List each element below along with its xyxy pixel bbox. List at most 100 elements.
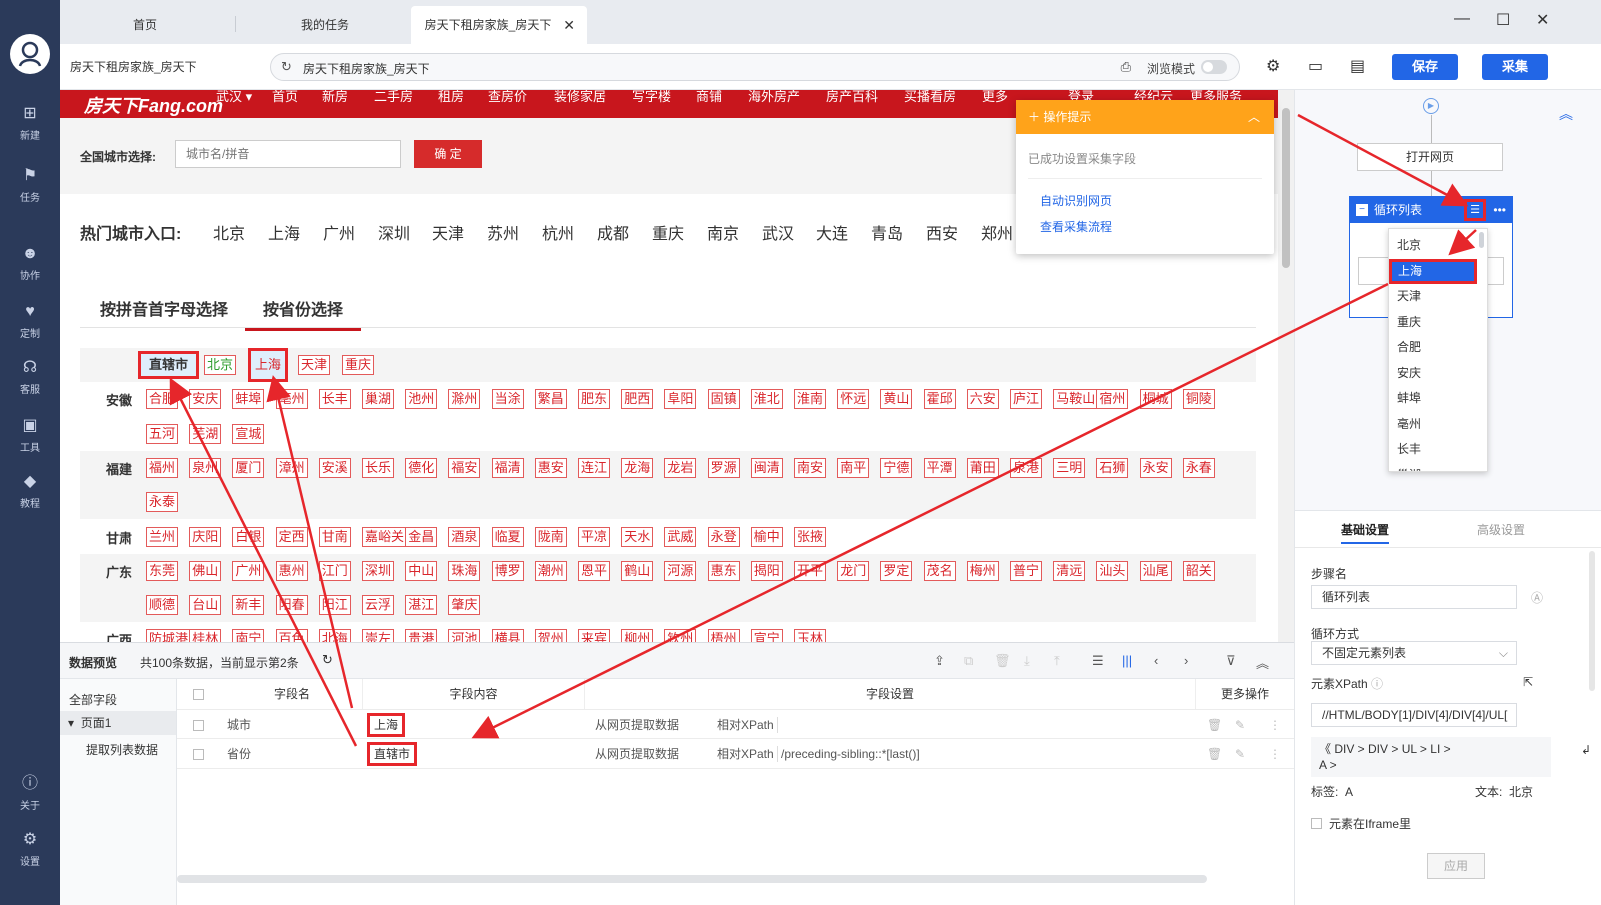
hot-city-link[interactable]: 青岛 [871, 220, 903, 244]
viewport-scrollbar[interactable] [1278, 90, 1294, 642]
city-link[interactable]: 清远 [1053, 560, 1086, 581]
iframe-checkbox[interactable] [1311, 818, 1322, 829]
city-link[interactable]: 龙门 [837, 560, 870, 581]
site-nav-item[interactable]: 更多 [982, 90, 1008, 104]
tab-advanced-settings[interactable]: 高级设置 [1477, 521, 1525, 538]
tab-province[interactable]: 按省份选择 [245, 296, 362, 331]
tab-basic-settings[interactable]: 基础设置 [1341, 521, 1390, 544]
city-link[interactable]: 罗源 [707, 457, 740, 478]
more-icon[interactable]: ••• [1493, 197, 1506, 223]
enter-icon[interactable]: ↲ [1581, 743, 1591, 757]
address-text[interactable]: 房天下租房家族_房天下 [303, 60, 430, 77]
city-link[interactable]: 怀远 [837, 389, 870, 410]
city-link[interactable]: 新丰 [232, 595, 265, 616]
municipality-label[interactable]: 直辖市 [138, 351, 200, 379]
view-flow-link[interactable]: 查看采集流程 [1040, 218, 1112, 235]
hot-city-link[interactable]: 西安 [926, 220, 958, 244]
city-link[interactable]: 甘南 [318, 526, 351, 547]
city-link[interactable]: 韶关 [1182, 560, 1215, 581]
city-link[interactable]: 宿州 [1096, 389, 1129, 410]
city-link[interactable]: 五河 [146, 423, 179, 444]
city-link[interactable]: 防城港 [146, 629, 192, 642]
city-link[interactable]: 桐城 [1139, 389, 1172, 410]
city-link[interactable]: 固镇 [707, 389, 740, 410]
city-link[interactable]: 肥西 [621, 389, 654, 410]
page-tool-icon[interactable]: ⎙ [1121, 59, 1131, 75]
rail-custom-button[interactable]: ♥ 定制 [0, 302, 60, 350]
dropdown-item[interactable]: 长丰 [1389, 437, 1477, 462]
tab-current-page[interactable]: 房天下租房家族_房天下 ✕ [411, 6, 587, 44]
city-link[interactable]: 横县 [491, 629, 524, 642]
city-link[interactable]: 柳州 [621, 629, 654, 642]
city-link[interactable]: 宁德 [880, 457, 913, 478]
play-icon[interactable]: ▶ [1423, 98, 1439, 114]
city-link[interactable]: 东莞 [146, 560, 179, 581]
breadcrumb-line[interactable]: 《 DIV > DIV > UL > LI > [1319, 741, 1543, 757]
city-link[interactable]: 蚌埠 [232, 389, 265, 410]
app-logo-icon[interactable] [10, 34, 50, 74]
city-link[interactable]: 平凉 [578, 526, 611, 547]
next-icon[interactable]: › [1184, 653, 1188, 668]
city-link[interactable]: 福清 [491, 457, 524, 478]
city-link[interactable]: 马鞍山 [1053, 389, 1099, 410]
city-link[interactable]: 台山 [189, 595, 222, 616]
refresh-icon[interactable]: ↻ [322, 652, 333, 668]
apply-button[interactable]: 应用 [1427, 853, 1485, 879]
city-link[interactable]: 梅州 [966, 560, 999, 581]
hot-city-link[interactable]: 苏州 [487, 220, 519, 244]
rail-support-button[interactable]: ☊ 客服 [0, 358, 60, 406]
city-link[interactable]: 钦州 [664, 629, 697, 642]
browse-mode-toggle[interactable] [1201, 60, 1227, 74]
city-link[interactable]: 罗定 [880, 560, 913, 581]
tree-extract-list[interactable]: 提取列表数据 [86, 741, 158, 758]
hot-city-link[interactable]: 武汉 [762, 220, 794, 244]
city-link[interactable]: 兰州 [146, 526, 179, 547]
city-link[interactable]: 福州 [146, 457, 179, 478]
city-link[interactable]: 三明 [1053, 457, 1086, 478]
city-link[interactable]: 珠海 [448, 560, 481, 581]
city-link[interactable]: 宣城 [232, 423, 265, 444]
highlighted-value[interactable]: 上海 [367, 713, 406, 737]
site-nav-item[interactable]: 装修家居 [554, 90, 606, 104]
rail-about-button[interactable]: ⓘ 关于 [0, 774, 60, 822]
minimize-icon[interactable]: — [1454, 10, 1470, 28]
prev-icon[interactable]: ‹ [1154, 653, 1158, 668]
city-link[interactable]: 连江 [578, 457, 611, 478]
chevron-up-icon[interactable]: ︽ [1256, 653, 1269, 672]
dropdown-item[interactable]: 安庆 [1389, 361, 1477, 386]
tab-my-tasks[interactable]: 我的任务 [250, 6, 400, 44]
city-link[interactable]: 长乐 [362, 457, 395, 478]
dropdown-item[interactable]: 重庆 [1389, 310, 1477, 335]
confirm-button[interactable]: 确 定 [414, 140, 482, 168]
city-link[interactable]: 河源 [664, 560, 697, 581]
city-link[interactable]: 河池 [448, 629, 481, 642]
city-link[interactable]: 汕尾 [1139, 560, 1172, 581]
city-link[interactable]: 龙岩 [664, 457, 697, 478]
step-open-page[interactable]: 打开网页 [1357, 143, 1503, 171]
window-layout-icon[interactable]: ▤ [1350, 56, 1365, 76]
city-link[interactable]: 重庆 [342, 355, 375, 375]
city-link[interactable]: 恩平 [578, 560, 611, 581]
dropdown-item[interactable]: 巢湖 [1389, 463, 1477, 472]
settings-scrollbar[interactable] [1589, 551, 1595, 691]
loop-mode-select[interactable]: 不固定元素列表 ⌵ [1311, 641, 1517, 665]
city-link[interactable]: 安溪 [318, 457, 351, 478]
tab-pinyin[interactable]: 按拼音首字母选择 [100, 296, 228, 320]
collect-button[interactable]: 采集 [1482, 54, 1548, 80]
city-link[interactable]: 武威 [664, 526, 697, 547]
breadcrumb-line[interactable]: A > [1319, 757, 1543, 773]
site-logo[interactable]: 房天下Fang.com [84, 92, 223, 118]
collapse-icon[interactable]: ︽ [1559, 104, 1573, 124]
rail-settings-button[interactable]: ⚙ 设置 [0, 830, 60, 878]
city-link[interactable]: 白银 [232, 526, 265, 547]
city-link[interactable]: 北京 [204, 355, 237, 375]
more-vertical-icon[interactable]: ⋮ [1269, 739, 1281, 769]
collapse-minus-icon[interactable]: − [1356, 204, 1368, 216]
move-up-icon[interactable]: ⤒ [1054, 653, 1060, 669]
city-link[interactable]: 惠安 [534, 457, 567, 478]
dropdown-item[interactable]: 上海 [1389, 258, 1477, 284]
hot-city-link[interactable]: 杭州 [542, 220, 574, 244]
hot-city-link[interactable]: 南京 [707, 220, 739, 244]
site-nav-item[interactable]: 写字楼 [632, 90, 671, 104]
gear-icon[interactable]: ⚙ [1266, 56, 1280, 76]
